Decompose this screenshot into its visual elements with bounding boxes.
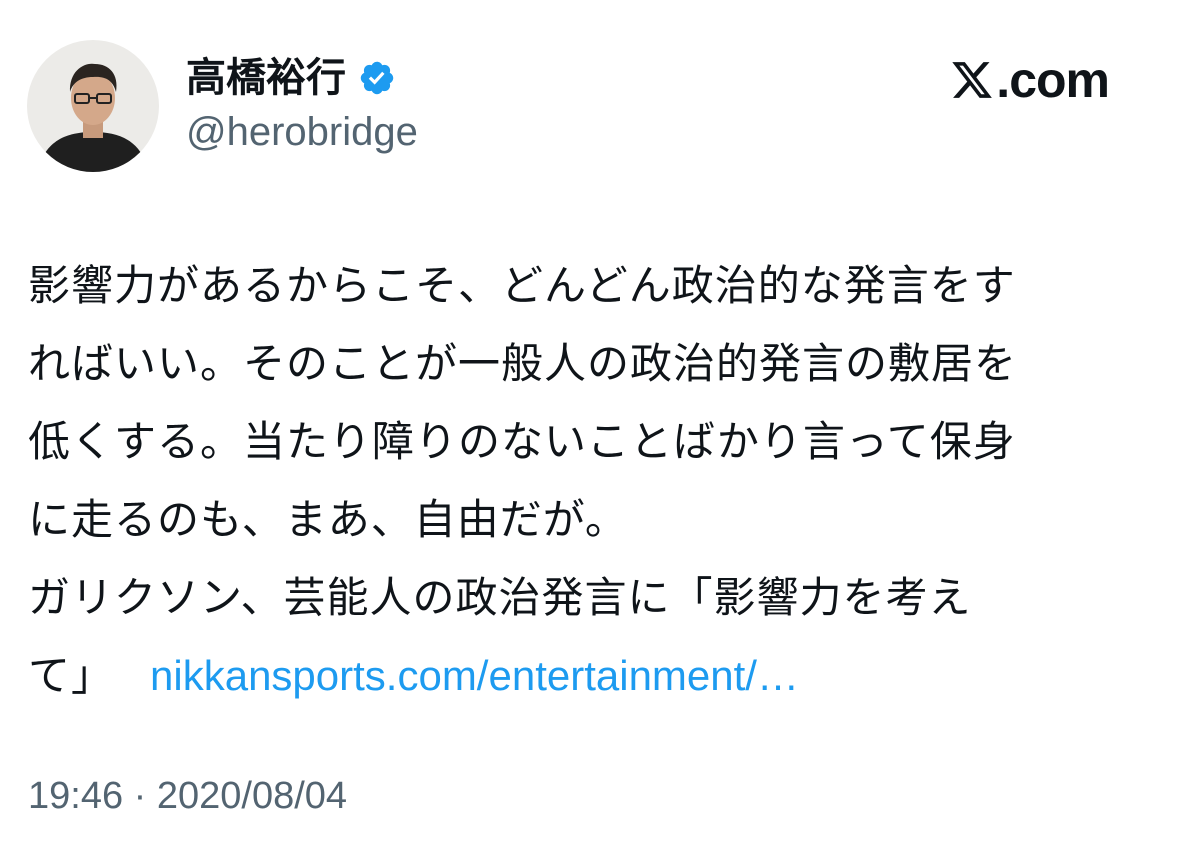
tweet-line: ガリクソン、芸能人の政治発言に「影響力を考え <box>28 573 972 622</box>
tweet-last-line: て」 nikkansports.com/entertainment/… <box>28 637 1153 715</box>
tweet-line: 低くする。当たり障りのないことばかり言って保身 <box>28 417 1016 466</box>
avatar[interactable] <box>27 40 159 172</box>
x-com-logo: .com <box>950 52 1110 108</box>
author-name-row[interactable]: 高橋裕行 <box>186 50 396 106</box>
x-com-text: .com <box>996 52 1110 108</box>
tweet-timestamp[interactable]: 19:46 · 2020/08/04 <box>28 770 347 822</box>
tweet-line: ればいい。そのことが一般人の政治的発言の敷居を <box>28 339 1018 388</box>
tweet-text: 影響力があるからこそ、どんどん政治的な発言をす ればいい。そのことが一般人の政治… <box>28 247 1153 715</box>
author-display-name[interactable]: 高橋裕行 <box>186 50 346 106</box>
author-handle[interactable]: @herobridge <box>186 106 418 158</box>
article-link[interactable]: nikkansports.com/entertainment/… <box>150 652 799 699</box>
tweet-line-text: て」 <box>28 651 115 700</box>
profile-photo <box>27 40 159 172</box>
verified-badge-icon <box>358 59 396 97</box>
tweet-line: 影響力があるからこそ、どんどん政治的な発言をす <box>28 261 1016 310</box>
x-logo-icon <box>950 58 994 102</box>
tweet-line: に走るのも、まあ、自由だが。 <box>28 495 628 544</box>
